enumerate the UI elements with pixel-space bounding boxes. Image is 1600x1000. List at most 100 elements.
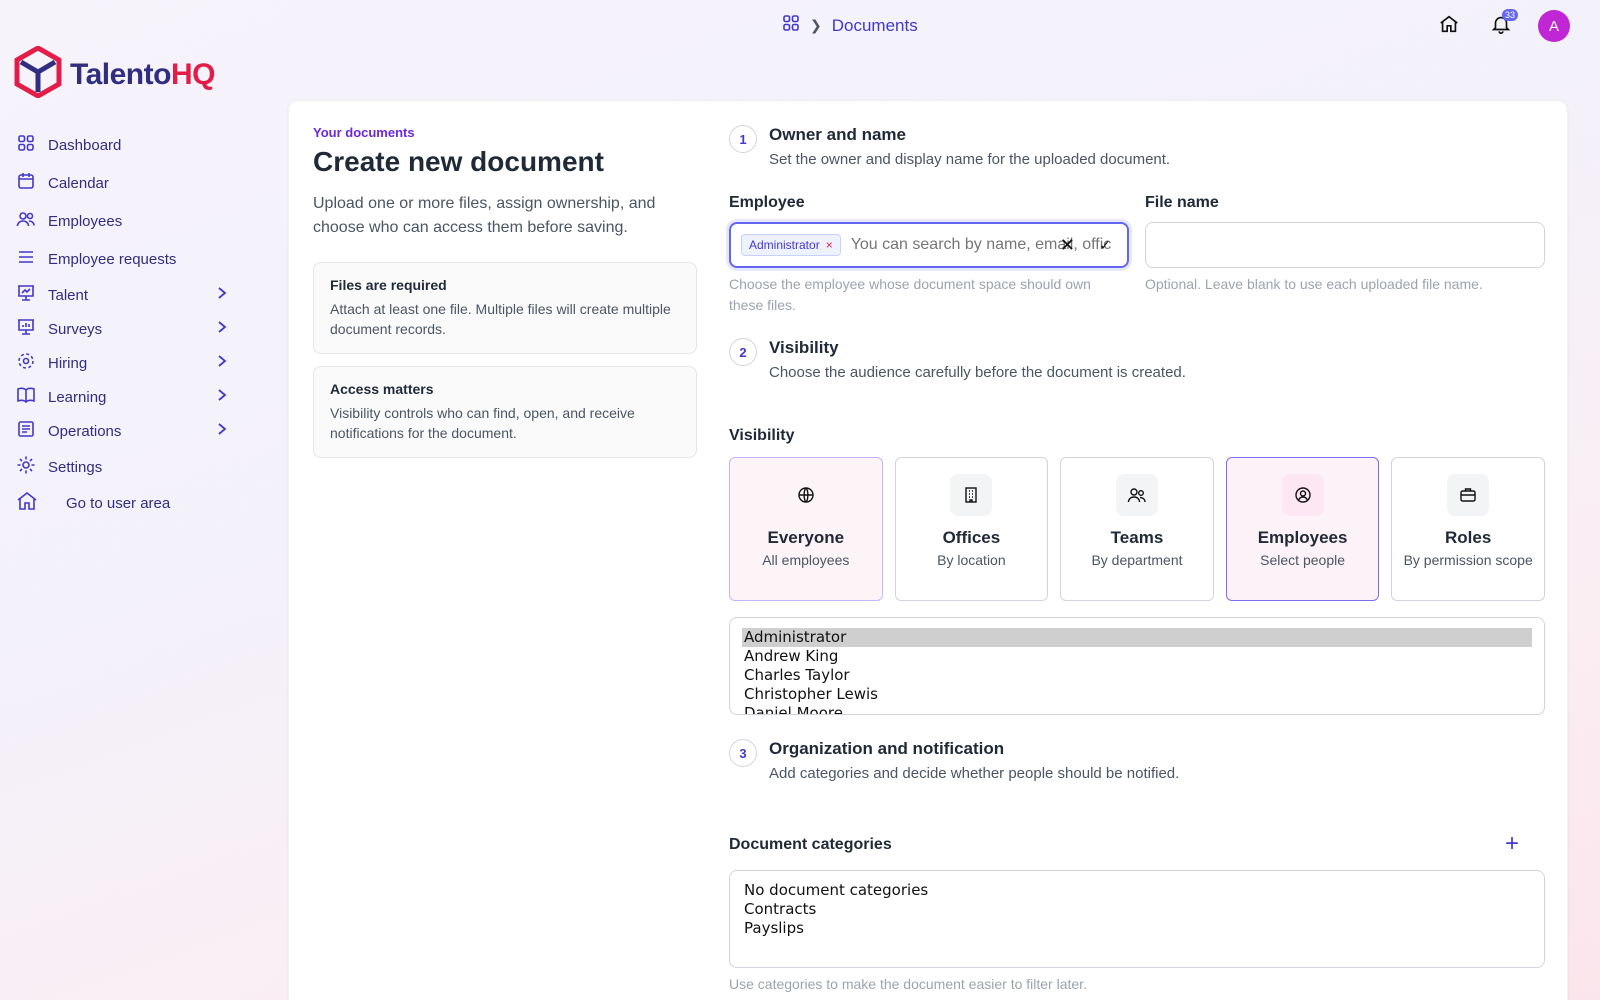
user-circle-icon xyxy=(1281,474,1324,516)
home-icon xyxy=(1438,13,1460,40)
avatar[interactable]: A xyxy=(1538,10,1570,42)
sidebar-item-dashboard[interactable]: Dashboard xyxy=(16,128,246,162)
sidebar-item-employees[interactable]: Employees xyxy=(16,204,246,238)
step-title: Owner and name xyxy=(769,125,906,144)
form: 1 Owner and name Set the owner and displ… xyxy=(729,125,1545,995)
chevron-right-icon xyxy=(216,422,240,440)
list-option[interactable]: Andrew King xyxy=(742,647,1532,666)
note-body: Attach at least one file. Multiple files… xyxy=(330,301,671,337)
list-option[interactable]: Administrator xyxy=(742,628,1532,647)
field-hint: Optional. Leave blank to use each upload… xyxy=(1145,276,1483,292)
sidebar-item-label: Learning xyxy=(48,388,107,406)
step-organization: 3 Organization and notification Add cate… xyxy=(729,739,1545,782)
option-subtitle: All employees xyxy=(762,552,850,568)
sidebar-item-hiring[interactable]: Hiring xyxy=(16,346,246,380)
step-title: Organization and notification xyxy=(769,739,1005,758)
list-option[interactable]: Charles Taylor xyxy=(742,666,1532,685)
list-option[interactable]: Christopher Lewis xyxy=(742,685,1532,704)
list-icon xyxy=(16,247,48,271)
sidebar-item-label: Calendar xyxy=(48,174,109,192)
field-hint: Choose the employee whose document space… xyxy=(729,276,1091,313)
employee-field: Employee Administrator × ✕ ✓ Choose the … xyxy=(729,194,1129,316)
brand-name: Talento xyxy=(70,57,171,91)
sidebar-item-learning[interactable]: Learning xyxy=(16,380,246,414)
brand-logo[interactable]: TalentoHQ xyxy=(14,45,216,103)
list-option[interactable]: Daniel Moore xyxy=(742,704,1532,714)
visibility-option-employees[interactable]: Employees Select people xyxy=(1225,457,1380,601)
list-option[interactable]: Contracts xyxy=(742,900,1532,919)
chart-icon xyxy=(16,283,48,307)
team-icon xyxy=(1115,474,1158,516)
page-title: Create new document xyxy=(313,146,604,177)
step-number: 3 xyxy=(729,739,757,767)
visibility-option-everyone[interactable]: Everyone All employees xyxy=(729,457,883,601)
employees-multiselect[interactable]: Administrator Andrew King Charles Taylor… xyxy=(729,617,1545,715)
note-files-required: Files are required Attach at least one f… xyxy=(313,262,697,354)
home-button[interactable] xyxy=(1434,11,1464,41)
step-description: Add categories and decide whether people… xyxy=(769,765,1180,782)
sidebar-item-label: Employees xyxy=(48,212,123,230)
chevron-right-icon xyxy=(216,354,240,372)
employee-search-input[interactable] xyxy=(850,236,1117,254)
categories-multiselect[interactable]: No document categories Contracts Payslip… xyxy=(729,870,1545,968)
sidebar-item-employee-requests[interactable]: Employee requests xyxy=(16,242,246,276)
sidebar-item-calendar[interactable]: Calendar xyxy=(16,166,246,200)
list-option[interactable]: No document categories xyxy=(742,881,1532,900)
breadcrumb-current: Documents xyxy=(831,15,918,35)
chevron-right-icon xyxy=(216,388,240,406)
book-icon xyxy=(16,385,48,409)
option-title: Everyone xyxy=(767,528,845,547)
sidebar-item-label: Dashboard xyxy=(48,136,122,154)
option-title: Teams xyxy=(1110,528,1164,547)
step-number: 2 xyxy=(729,338,757,366)
visibility-option-offices[interactable]: Offices By location xyxy=(894,457,1049,601)
grid-icon[interactable] xyxy=(782,14,800,37)
briefcase-icon xyxy=(1447,474,1490,516)
step-description: Set the owner and display name for the u… xyxy=(769,151,1171,168)
visibility-options: Everyone All employees Offices By locati… xyxy=(729,457,1545,601)
visibility-option-teams[interactable]: Teams By department xyxy=(1060,457,1214,601)
calendar-icon xyxy=(16,171,48,195)
hiring-icon xyxy=(16,351,48,375)
sidebar-item-settings[interactable]: Settings xyxy=(16,450,246,484)
main-card: Your documents Create new document Uploa… xyxy=(288,100,1568,1000)
categories-label: Document categories xyxy=(729,836,892,853)
visibility-label: Visibility xyxy=(729,427,795,444)
sidebar-item-label: Employee requests xyxy=(48,250,177,268)
step-number: 1 xyxy=(729,125,757,153)
visibility-option-roles[interactable]: Roles By permission scope xyxy=(1391,457,1545,601)
add-category-button[interactable]: + xyxy=(1505,830,1519,858)
step-description: Choose the audience carefully before the… xyxy=(769,364,1186,381)
field-label: Employee xyxy=(729,194,805,211)
field-hint: Use categories to make the document easi… xyxy=(729,976,1087,992)
sidebar-item-operations[interactable]: Operations xyxy=(16,414,246,448)
sidebar-item-label: Settings xyxy=(48,458,103,476)
file-name-field: File name Optional. Leave blank to use e… xyxy=(1145,194,1545,316)
sidebar-item-label: Go to user area xyxy=(66,494,171,512)
sidebar-item-surveys[interactable]: Surveys xyxy=(16,312,246,346)
logo-icon xyxy=(14,45,62,103)
brand-suffix: HQ xyxy=(170,57,216,91)
step-title: Visibility xyxy=(769,338,839,357)
list-option[interactable]: Payslips xyxy=(742,919,1532,938)
page-eyebrow: Your documents xyxy=(313,125,415,140)
sidebar-item-label: Surveys xyxy=(48,320,103,338)
sidebar-item-user-area[interactable]: Go to user area xyxy=(16,486,246,520)
option-title: Offices xyxy=(942,528,1001,547)
survey-icon xyxy=(16,317,48,341)
field-label: File name xyxy=(1145,194,1219,211)
step-owner-name: 1 Owner and name Set the owner and displ… xyxy=(729,125,1545,168)
file-name-input[interactable] xyxy=(1145,222,1545,268)
clear-icon[interactable]: ✕ xyxy=(1060,235,1075,256)
chip-remove-icon[interactable]: × xyxy=(826,238,833,252)
people-icon xyxy=(16,209,48,233)
chevron-right-icon: ❯ xyxy=(810,17,822,33)
sidebar-nav: Dashboard Calendar Employees Employee re… xyxy=(16,128,246,520)
sidebar-item-label: Talent xyxy=(48,286,89,304)
chevron-down-icon[interactable]: ✓ xyxy=(1099,237,1111,254)
sidebar-item-talent[interactable]: Talent xyxy=(16,278,246,312)
note-title: Access matters xyxy=(330,381,434,397)
notifications-button[interactable]: 33 xyxy=(1486,9,1518,41)
employee-combobox[interactable]: Administrator × ✕ ✓ xyxy=(729,222,1129,268)
gear-icon xyxy=(16,455,48,479)
